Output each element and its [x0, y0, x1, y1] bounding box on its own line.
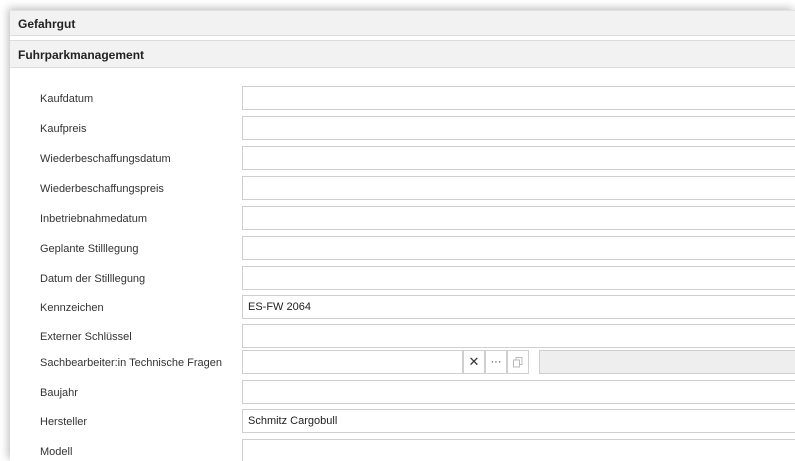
copy-icon: [513, 356, 523, 367]
label-datum-stilllegung: Datum der Stilllegung: [40, 273, 146, 285]
geplante-stilllegung-field[interactable]: [242, 236, 795, 260]
open-record-button[interactable]: [507, 350, 529, 374]
label-wiederbeschaffungsdatum: Wiederbeschaffungsdatum: [40, 153, 171, 165]
wiederbeschaffungspreis-field[interactable]: [242, 176, 795, 200]
wiederbeschaffungsdatum-field[interactable]: [242, 146, 795, 170]
sachbearbeiter-display-field: [539, 350, 795, 374]
ellipsis-icon: ···: [490, 356, 502, 368]
row-externer-schluessel: Externer Schlüssel: [10, 324, 795, 350]
row-inbetriebnahmedatum: Inbetriebnahmedatum: [10, 206, 795, 232]
label-hersteller: Hersteller: [40, 416, 88, 428]
row-kaufdatum: Kaufdatum: [10, 86, 795, 112]
form-panel: Gefahrgut Fuhrparkmanagement Kaufdatum K…: [10, 10, 795, 461]
row-modell: Modell: [10, 439, 795, 461]
label-kaufdatum: Kaufdatum: [40, 93, 94, 105]
section-header-gefahrgut[interactable]: Gefahrgut: [10, 10, 795, 36]
kennzeichen-field[interactable]: ES-FW 2064: [242, 295, 795, 319]
hersteller-field[interactable]: Schmitz Cargobull: [242, 409, 795, 433]
row-datum-stilllegung: Datum der Stilllegung: [10, 266, 795, 292]
label-wiederbeschaffungspreis: Wiederbeschaffungspreis: [40, 183, 164, 195]
sachbearbeiter-lookup-input[interactable]: [242, 350, 463, 374]
label-baujahr: Baujahr: [40, 387, 78, 399]
kaufdatum-field[interactable]: [242, 86, 795, 110]
clear-button[interactable]: ✕: [463, 350, 485, 374]
label-sachbearbeiter: Sachbearbeiter:in Technische Fragen: [40, 357, 223, 369]
row-kennzeichen: Kennzeichen ES-FW 2064: [10, 295, 795, 321]
row-geplante-stilllegung: Geplante Stilllegung: [10, 236, 795, 262]
close-icon: ✕: [468, 354, 480, 369]
modell-field[interactable]: [242, 439, 795, 461]
externer-schluessel-field[interactable]: [242, 324, 795, 348]
kaufpreis-field[interactable]: [242, 116, 795, 140]
inbetriebnahmedatum-field[interactable]: [242, 206, 795, 230]
row-wiederbeschaffungspreis: Wiederbeschaffungspreis: [10, 176, 795, 202]
datum-stilllegung-field[interactable]: [242, 266, 795, 290]
label-geplante-stilllegung: Geplante Stilllegung: [40, 243, 139, 255]
label-inbetriebnahmedatum: Inbetriebnahmedatum: [40, 213, 148, 225]
row-kaufpreis: Kaufpreis: [10, 116, 795, 142]
label-modell: Modell: [40, 446, 73, 458]
baujahr-field[interactable]: [242, 380, 795, 404]
more-button[interactable]: ···: [485, 350, 507, 374]
label-kaufpreis: Kaufpreis: [40, 123, 87, 135]
section-header-fuhrparkmanagement[interactable]: Fuhrparkmanagement: [10, 40, 795, 68]
row-sachbearbeiter: Sachbearbeiter:in Technische Fragen ✕ ··…: [10, 350, 795, 376]
row-hersteller: Hersteller Schmitz Cargobull: [10, 409, 795, 435]
label-externer-schluessel: Externer Schlüssel: [40, 331, 132, 343]
label-kennzeichen: Kennzeichen: [40, 302, 104, 314]
row-wiederbeschaffungsdatum: Wiederbeschaffungsdatum: [10, 146, 795, 172]
row-baujahr: Baujahr: [10, 380, 795, 406]
